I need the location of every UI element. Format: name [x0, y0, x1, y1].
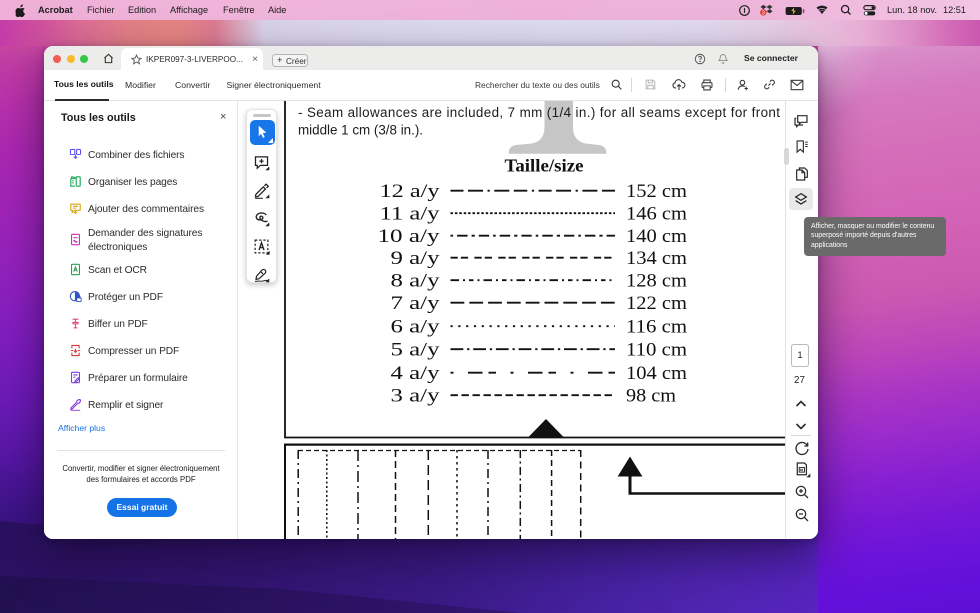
svg-text:Taille/size: Taille/size — [505, 156, 584, 176]
svg-text:98 cm: 98 cm — [626, 386, 676, 407]
svg-text:- Seam allowances are included: - Seam allowances are included, 7 mm (1/… — [298, 105, 780, 120]
svg-text:11 a/y: 11 a/y — [380, 204, 441, 225]
svg-text:7 a/y: 7 a/y — [391, 293, 441, 314]
svg-text:116 cm: 116 cm — [626, 317, 687, 338]
svg-text:152 cm: 152 cm — [626, 181, 687, 202]
svg-text:3: 3 — [762, 10, 765, 16]
svg-text:122 cm: 122 cm — [626, 293, 687, 314]
svg-text:5 a/y: 5 a/y — [391, 340, 441, 361]
svg-text:6 a/y: 6 a/y — [391, 317, 441, 338]
svg-text:4 a/y: 4 a/y — [391, 363, 441, 384]
svg-text:146 cm: 146 cm — [626, 204, 687, 225]
svg-text:12 a/y: 12 a/y — [380, 181, 441, 202]
svg-text:134 cm: 134 cm — [626, 248, 687, 269]
svg-text:128 cm: 128 cm — [626, 271, 687, 292]
svg-text:9 a/y: 9 a/y — [391, 248, 441, 269]
svg-text:104 cm: 104 cm — [626, 363, 687, 384]
svg-text:3 a/y: 3 a/y — [391, 386, 441, 407]
svg-text:middle 1 cm (3/8 in.).: middle 1 cm (3/8 in.). — [298, 122, 423, 137]
svg-text:8 a/y: 8 a/y — [391, 271, 441, 292]
svg-text:10 a/y: 10 a/y — [378, 226, 441, 247]
svg-text:110 cm: 110 cm — [626, 340, 687, 361]
svg-text:140 cm: 140 cm — [626, 226, 687, 247]
